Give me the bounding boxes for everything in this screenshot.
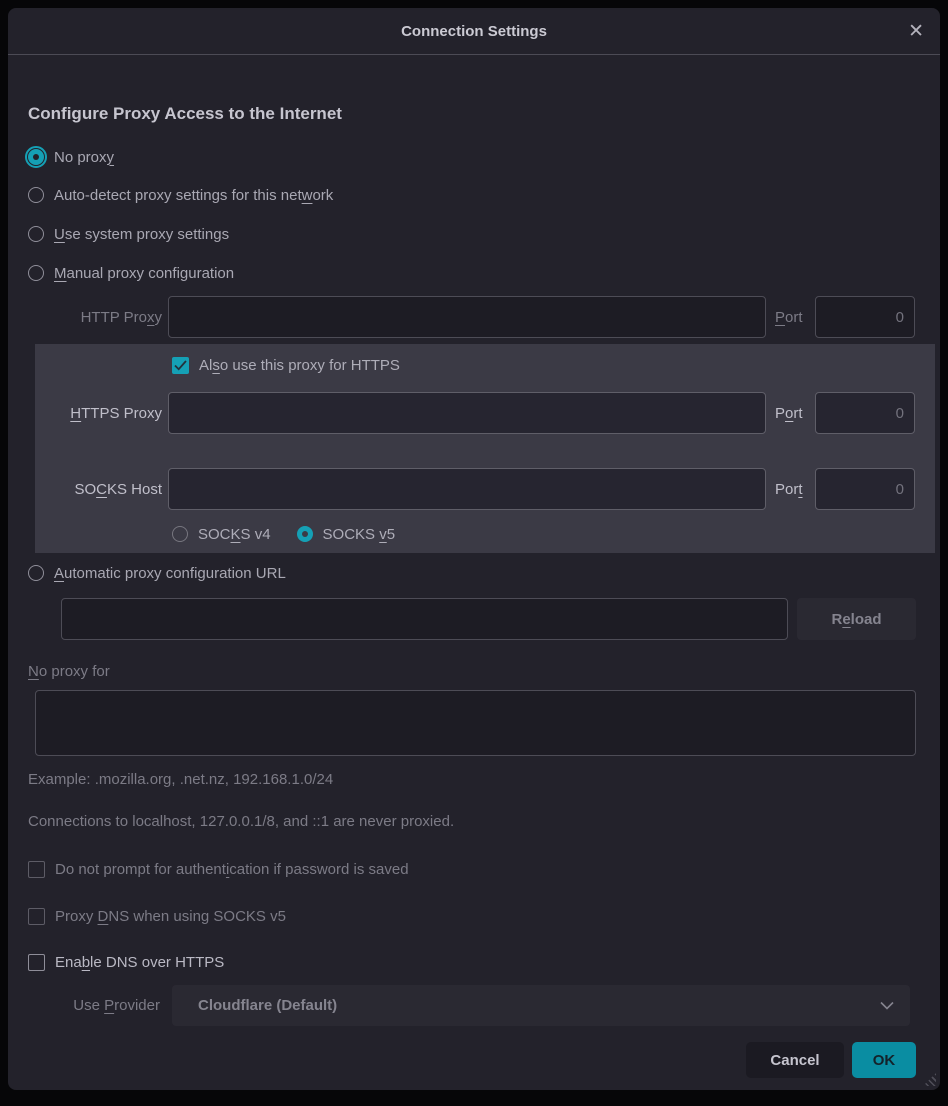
no-prompt-auth-label: Do not prompt for authentication if pass…: [55, 861, 409, 878]
radio-row-system-proxy[interactable]: Use system proxy settings: [28, 220, 229, 248]
no-proxy-for-textarea[interactable]: [35, 690, 916, 756]
resize-grip[interactable]: [923, 1073, 936, 1086]
socks-host-label: SOCKS Host: [35, 481, 162, 498]
use-provider-label: Use Provider: [8, 997, 160, 1014]
radio-manual-proxy[interactable]: [28, 265, 44, 281]
provider-dropdown-value: Cloudflare (Default): [198, 997, 337, 1014]
dialog-titlebar: Connection Settings ✕: [8, 8, 940, 55]
http-proxy-label: HTTP Proxy: [8, 309, 162, 326]
reload-button[interactable]: Reload: [797, 598, 916, 640]
localhost-note-text: Connections to localhost, 127.0.0.1/8, a…: [28, 813, 454, 830]
ok-button-label: OK: [873, 1052, 896, 1069]
auto-url-input[interactable]: [61, 598, 788, 640]
socks-port-label: Port: [775, 481, 803, 498]
close-icon[interactable]: ✕: [908, 8, 924, 55]
radio-auto-url-label: Automatic proxy configuration URL: [54, 565, 286, 582]
also-https-checkbox-row[interactable]: Also use this proxy for HTTPS: [172, 353, 400, 377]
radio-system-proxy[interactable]: [28, 226, 44, 242]
also-https-checkbox[interactable]: [172, 357, 189, 374]
connection-settings-dialog: Connection Settings ✕ Configure Proxy Ac…: [8, 8, 940, 1090]
socks-version-row: SOCKS v4 SOCKS v5: [172, 521, 395, 547]
http-proxy-input[interactable]: [168, 296, 766, 338]
chevron-down-icon: [880, 1001, 894, 1010]
reload-button-label: Reload: [831, 611, 881, 628]
http-port-label: Port: [775, 309, 803, 326]
ok-button[interactable]: OK: [852, 1042, 916, 1078]
no-prompt-auth-row: Do not prompt for authentication if pass…: [28, 856, 409, 882]
radio-auto-url[interactable]: [28, 565, 44, 581]
socks-v5-label: SOCKS v5: [323, 526, 396, 543]
radio-socks-v4[interactable]: [172, 526, 188, 542]
radio-row-auto-url[interactable]: Automatic proxy configuration URL: [28, 559, 286, 587]
radio-manual-proxy-label: Manual proxy configuration: [54, 265, 234, 282]
socks-port-input[interactable]: [815, 468, 915, 510]
dialog-title: Connection Settings: [401, 23, 547, 40]
page-title: Configure Proxy Access to the Internet: [28, 104, 342, 124]
radio-row-auto-detect[interactable]: Auto-detect proxy settings for this netw…: [28, 181, 333, 209]
radio-auto-detect-label: Auto-detect proxy settings for this netw…: [54, 187, 333, 204]
https-proxy-row: HTTPS Proxy Port: [35, 392, 935, 434]
cancel-button-label: Cancel: [770, 1052, 819, 1069]
https-proxy-label: HTTPS Proxy: [35, 405, 162, 422]
socks-host-input[interactable]: [168, 468, 766, 510]
https-port-input[interactable]: [815, 392, 915, 434]
radio-auto-detect[interactable]: [28, 187, 44, 203]
radio-no-proxy-label: No proxy: [54, 149, 114, 166]
https-port-label: Port: [775, 405, 803, 422]
socks-host-row: SOCKS Host Port: [35, 468, 935, 510]
radio-system-proxy-label: Use system proxy settings: [54, 226, 229, 243]
https-proxy-input[interactable]: [168, 392, 766, 434]
http-proxy-row: HTTP Proxy Port: [8, 296, 940, 338]
no-prompt-auth-checkbox[interactable]: [28, 861, 45, 878]
enable-doh-checkbox[interactable]: [28, 954, 45, 971]
radio-no-proxy[interactable]: [28, 149, 44, 165]
also-https-label: Also use this proxy for HTTPS: [199, 357, 400, 374]
proxy-dns-checkbox[interactable]: [28, 908, 45, 925]
https-settings-highlight-panel: Also use this proxy for HTTPS HTTPS Prox…: [35, 344, 935, 553]
radio-row-manual-proxy[interactable]: Manual proxy configuration: [28, 259, 234, 287]
no-proxy-for-label: No proxy for: [28, 663, 110, 680]
cancel-button[interactable]: Cancel: [746, 1042, 844, 1078]
proxy-dns-label: Proxy DNS when using SOCKS v5: [55, 908, 286, 925]
http-port-input[interactable]: [815, 296, 915, 338]
checkmark-icon: [174, 360, 187, 371]
radio-socks-v5[interactable]: [297, 526, 313, 542]
enable-doh-label: Enable DNS over HTTPS: [55, 954, 224, 971]
no-proxy-example-text: Example: .mozilla.org, .net.nz, 192.168.…: [28, 771, 333, 788]
enable-doh-row[interactable]: Enable DNS over HTTPS: [28, 949, 224, 975]
socks-v4-label: SOCKS v4: [198, 526, 271, 543]
proxy-dns-row: Proxy DNS when using SOCKS v5: [28, 903, 286, 929]
provider-dropdown[interactable]: Cloudflare (Default): [172, 985, 910, 1026]
radio-row-no-proxy[interactable]: No proxy: [28, 143, 114, 171]
